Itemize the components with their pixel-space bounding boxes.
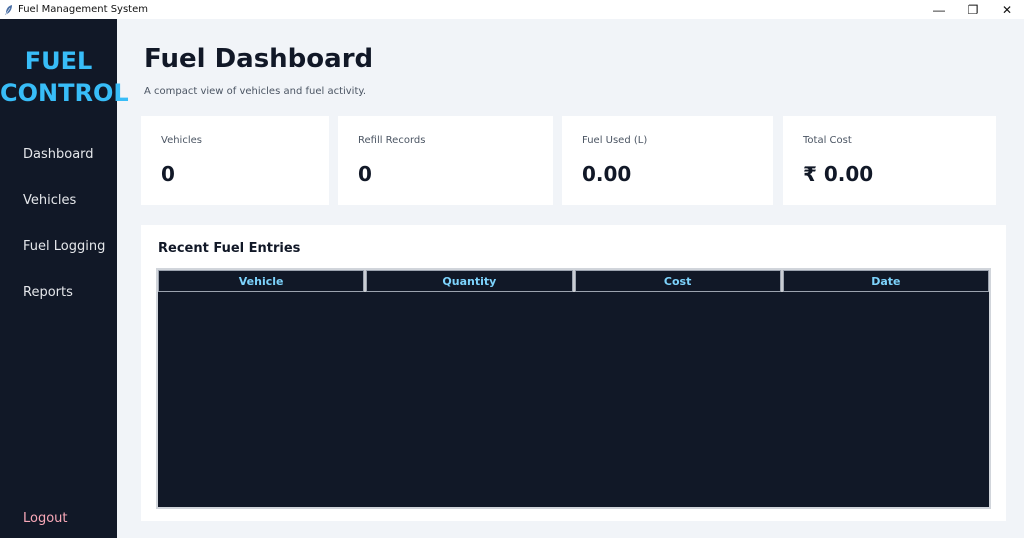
table-header: Vehicle Quantity Cost Date — [158, 270, 989, 292]
stat-card-fuel-used: Fuel Used (L) 0.00 — [562, 116, 773, 205]
table-body[interactable] — [158, 292, 989, 507]
page-subtitle: A compact view of vehicles and fuel acti… — [144, 86, 367, 97]
stat-label: Refill Records — [358, 135, 426, 146]
stat-card-refill-records: Refill Records 0 — [338, 116, 553, 205]
title-bar: Fuel Management System — ❐ ✕ — [0, 0, 1024, 19]
sidebar: FUEL CONTROL Dashboard Vehicles Fuel Log… — [0, 19, 129, 538]
logo-line-2: CONTROL — [0, 79, 129, 107]
column-header-cost[interactable]: Cost — [574, 270, 781, 292]
column-header-quantity[interactable]: Quantity — [366, 270, 573, 292]
close-button[interactable]: ✕ — [990, 0, 1024, 19]
minimize-button[interactable]: — — [922, 0, 956, 19]
stat-value: 0 — [161, 162, 175, 186]
stat-value: 0 — [358, 162, 372, 186]
stat-label: Vehicles — [161, 135, 202, 146]
sidebar-item-fuel-logging[interactable]: Fuel Logging — [23, 239, 105, 254]
page-title: Fuel Dashboard — [144, 44, 374, 74]
recent-entries-title: Recent Fuel Entries — [158, 241, 301, 256]
stat-label: Total Cost — [803, 135, 852, 146]
sidebar-item-reports[interactable]: Reports — [23, 285, 73, 300]
stat-value: 0.00 — [582, 162, 632, 186]
stat-label: Fuel Used (L) — [582, 135, 648, 146]
recent-entries-panel: Recent Fuel Entries Vehicle Quantity Cos… — [141, 225, 1006, 521]
recent-entries-table[interactable]: Vehicle Quantity Cost Date — [156, 268, 991, 509]
sidebar-item-vehicles[interactable]: Vehicles — [23, 193, 76, 208]
column-header-vehicle[interactable]: Vehicle — [158, 270, 365, 292]
logo-line-1: FUEL — [24, 47, 93, 75]
sidebar-item-dashboard[interactable]: Dashboard — [23, 147, 94, 162]
logout-button[interactable]: Logout — [23, 511, 68, 526]
restore-button[interactable]: ❐ — [956, 0, 990, 19]
stat-card-total-cost: Total Cost ₹ 0.00 — [783, 116, 996, 205]
app-window: Fuel Management System — ❐ ✕ FUEL CONTRO… — [0, 0, 1024, 538]
window-title: Fuel Management System — [18, 4, 148, 15]
window-controls: — ❐ ✕ — [922, 0, 1024, 19]
feather-icon — [4, 4, 14, 16]
column-header-date[interactable]: Date — [782, 270, 989, 292]
stat-value: ₹ 0.00 — [803, 162, 874, 186]
stat-card-vehicles: Vehicles 0 — [141, 116, 329, 205]
